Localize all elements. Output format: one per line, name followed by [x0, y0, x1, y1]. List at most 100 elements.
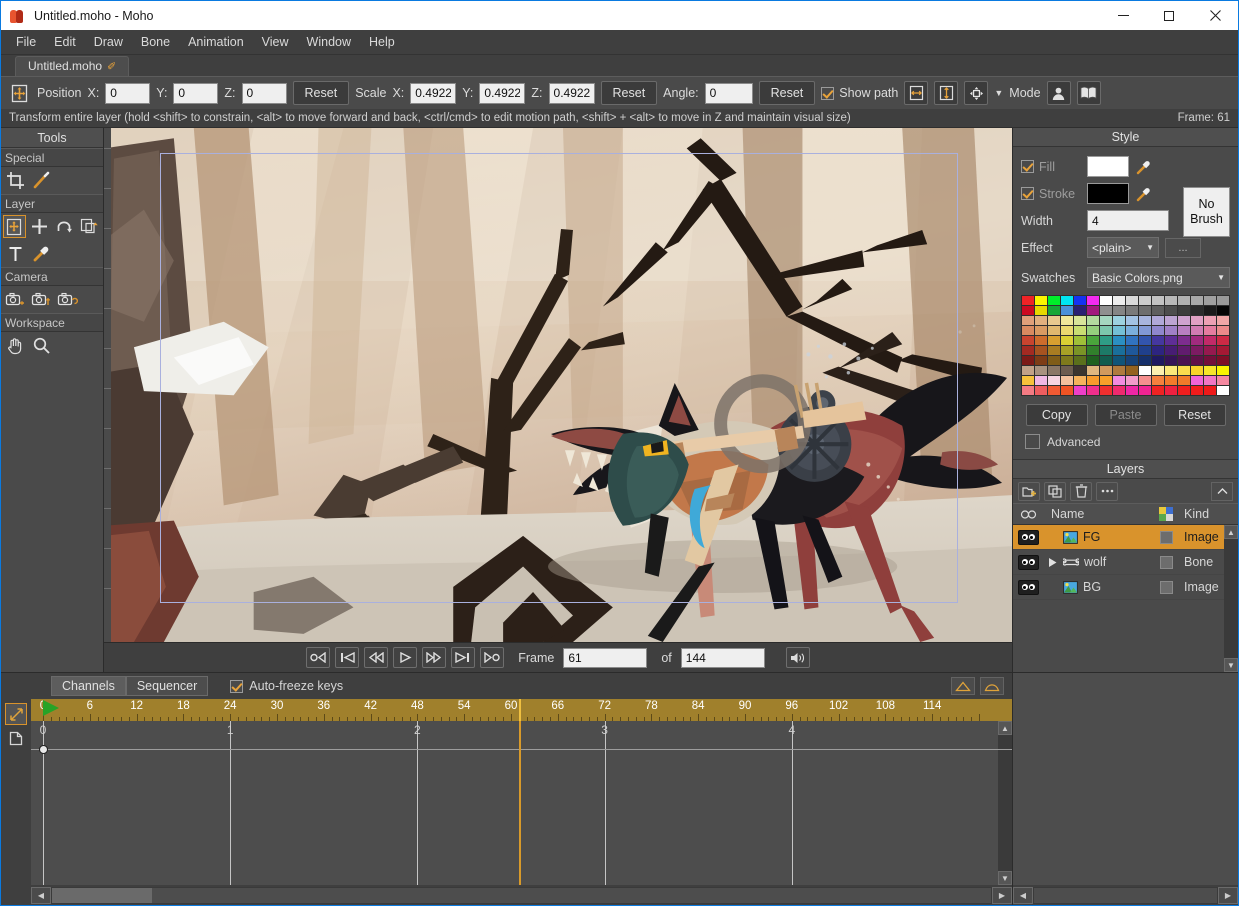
camera-zoom-icon[interactable]: [29, 288, 53, 311]
swatch-2-3[interactable]: [1061, 316, 1073, 325]
swatch-2-6[interactable]: [1100, 316, 1112, 325]
swatch-3-8[interactable]: [1126, 326, 1138, 335]
swatch-5-3[interactable]: [1061, 346, 1073, 355]
swatches-dropdown[interactable]: Basic Colors.png ▼: [1087, 267, 1230, 288]
swatch-4-15[interactable]: [1217, 336, 1229, 345]
swatch-0-13[interactable]: [1191, 296, 1203, 305]
swatch-4-5[interactable]: [1087, 336, 1099, 345]
swatch-8-11[interactable]: [1165, 376, 1177, 385]
swatch-6-13[interactable]: [1191, 356, 1203, 365]
swatch-8-5[interactable]: [1087, 376, 1099, 385]
swatch-0-6[interactable]: [1100, 296, 1112, 305]
swatch-6-4[interactable]: [1074, 356, 1086, 365]
swatch-4-13[interactable]: [1191, 336, 1203, 345]
fast-forward-icon[interactable]: [422, 647, 447, 668]
swatch-6-14[interactable]: [1204, 356, 1216, 365]
swatch-9-14[interactable]: [1204, 386, 1216, 395]
position-z-input[interactable]: [241, 82, 287, 104]
swatch-9-11[interactable]: [1165, 386, 1177, 395]
timeline-scroll-left-button[interactable]: ◀: [31, 886, 51, 904]
magnifier-icon[interactable]: [29, 334, 53, 357]
duplicate-layer-icon[interactable]: [1044, 481, 1066, 501]
swatch-9-10[interactable]: [1152, 386, 1164, 395]
swatch-5-6[interactable]: [1100, 346, 1112, 355]
swatch-3-2[interactable]: [1048, 326, 1060, 335]
show-path-checkbox[interactable]: Show path: [821, 86, 898, 100]
ellipsis-icon[interactable]: [1096, 481, 1118, 501]
layers-scrollbar[interactable]: ▲ ▼: [1224, 525, 1238, 672]
swatch-8-4[interactable]: [1074, 376, 1086, 385]
swatch-0-7[interactable]: [1113, 296, 1125, 305]
swatch-3-12[interactable]: [1178, 326, 1190, 335]
swatch-5-4[interactable]: [1074, 346, 1086, 355]
swatch-1-10[interactable]: [1152, 306, 1164, 315]
expand-channels-icon[interactable]: [5, 703, 27, 725]
menu-bone[interactable]: Bone: [132, 32, 179, 52]
position-y-input[interactable]: [173, 82, 219, 104]
tab-channels[interactable]: Channels: [51, 676, 126, 696]
position-reset-button[interactable]: Reset: [292, 81, 350, 105]
flip-horizontal-icon[interactable]: [904, 81, 929, 105]
new-layer-icon[interactable]: [1018, 481, 1040, 501]
flip-vertical-icon[interactable]: [934, 81, 959, 105]
swatch-5-14[interactable]: [1204, 346, 1216, 355]
swatch-9-0[interactable]: [1022, 386, 1034, 395]
swatch-9-13[interactable]: [1191, 386, 1203, 395]
swatch-7-1[interactable]: [1035, 366, 1047, 375]
swatch-1-15[interactable]: [1217, 306, 1229, 315]
swatch-9-3[interactable]: [1061, 386, 1073, 395]
keyframe-interp-smooth-icon[interactable]: [980, 677, 1004, 695]
effect-dropdown[interactable]: <plain> ▼: [1087, 237, 1159, 258]
stroke-checkbox[interactable]: Stroke: [1021, 187, 1081, 201]
keyframe-interp-ease-icon[interactable]: [951, 677, 975, 695]
swatch-0-4[interactable]: [1074, 296, 1086, 305]
swatch-6-12[interactable]: [1178, 356, 1190, 365]
timeline-channel-area[interactable]: ▲ ▼ 0 1 2 3 4: [31, 721, 1012, 885]
swatch-1-5[interactable]: [1087, 306, 1099, 315]
swatch-8-10[interactable]: [1152, 376, 1164, 385]
total-frames-input[interactable]: [680, 647, 765, 668]
swatch-4-3[interactable]: [1061, 336, 1073, 345]
swatch-0-1[interactable]: [1035, 296, 1047, 305]
menu-view[interactable]: View: [253, 32, 298, 52]
swatch-2-5[interactable]: [1087, 316, 1099, 325]
swatch-7-14[interactable]: [1204, 366, 1216, 375]
swatch-6-8[interactable]: [1126, 356, 1138, 365]
swatch-1-4[interactable]: [1074, 306, 1086, 315]
layer-visibility-toggle-wolf[interactable]: [1013, 554, 1043, 570]
swatch-2-11[interactable]: [1165, 316, 1177, 325]
transform-layer-icon[interactable]: [3, 215, 27, 238]
swatch-1-11[interactable]: [1165, 306, 1177, 315]
auto-freeze-checkbox[interactable]: Auto-freeze keys: [230, 679, 343, 693]
swatch-3-10[interactable]: [1152, 326, 1164, 335]
swatch-1-13[interactable]: [1191, 306, 1203, 315]
swatch-5-11[interactable]: [1165, 346, 1177, 355]
swatch-5-13[interactable]: [1191, 346, 1203, 355]
swatch-4-7[interactable]: [1113, 336, 1125, 345]
timeline-right-scroll-right-button[interactable]: ▶: [1218, 886, 1238, 904]
eyedropper-icon[interactable]: [29, 242, 53, 265]
swatch-8-9[interactable]: [1139, 376, 1151, 385]
swatch-7-4[interactable]: [1074, 366, 1086, 375]
camera-roll-icon[interactable]: [55, 288, 79, 311]
swatch-6-9[interactable]: [1139, 356, 1151, 365]
swatch-5-8[interactable]: [1126, 346, 1138, 355]
angle-input[interactable]: [704, 82, 753, 104]
swatch-7-12[interactable]: [1178, 366, 1190, 375]
swatch-5-10[interactable]: [1152, 346, 1164, 355]
swatch-9-12[interactable]: [1178, 386, 1190, 395]
scale-y-input[interactable]: [479, 82, 526, 104]
swatch-1-9[interactable]: [1139, 306, 1151, 315]
swatch-4-2[interactable]: [1048, 336, 1060, 345]
swatch-2-8[interactable]: [1126, 316, 1138, 325]
swatch-8-6[interactable]: [1100, 376, 1112, 385]
timeline-hscrollbar[interactable]: ◀ ▶: [31, 885, 1012, 905]
swatch-5-15[interactable]: [1217, 346, 1229, 355]
swatch-4-10[interactable]: [1152, 336, 1164, 345]
swatch-6-3[interactable]: [1061, 356, 1073, 365]
swatch-1-3[interactable]: [1061, 306, 1073, 315]
swatch-1-1[interactable]: [1035, 306, 1047, 315]
timeline-right-hscroll-track[interactable]: [1033, 886, 1218, 904]
swatch-6-0[interactable]: [1022, 356, 1034, 365]
fill-color-swatch[interactable]: [1087, 156, 1129, 177]
